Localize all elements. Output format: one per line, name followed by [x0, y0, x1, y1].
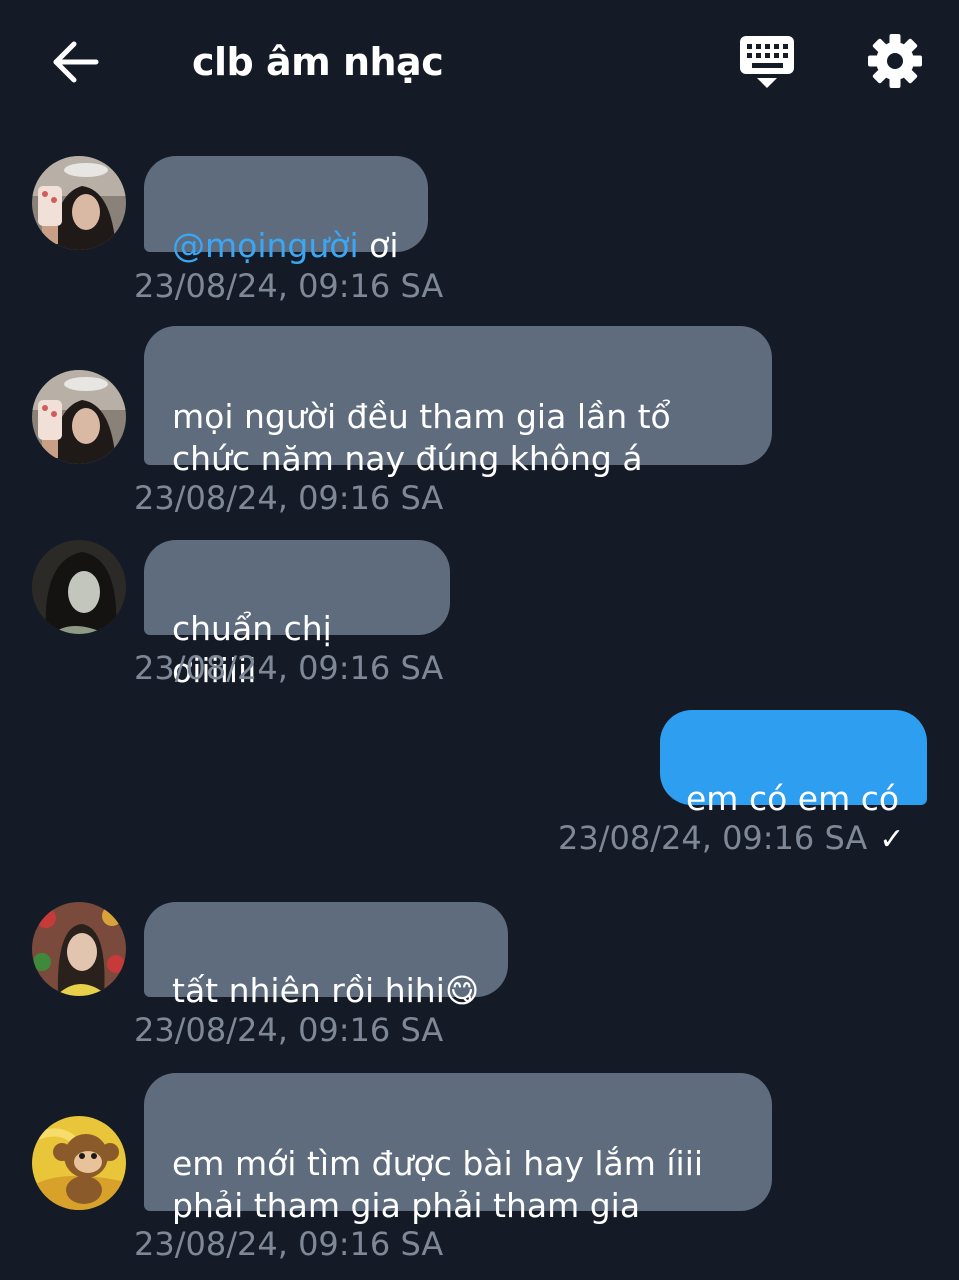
message-timestamp: 23/08/24, 09:16 SA [134, 649, 444, 687]
arrow-left-icon [53, 41, 99, 83]
avatar-photo-icon [32, 902, 126, 996]
message-timestamp: 23/08/24, 09:16 SA [134, 479, 444, 517]
keyboard-icon [740, 36, 794, 88]
avatar-photo-icon [32, 1116, 126, 1210]
message-text: tất nhiên rồi hihi [172, 971, 445, 1010]
sender-avatar[interactable] [32, 540, 126, 634]
back-button[interactable] [48, 36, 104, 88]
sent-check-icon: ✓ [879, 822, 905, 857]
message-bubble[interactable]: chuẩn chị ơiiiiiii [144, 540, 450, 690]
message-bubble[interactable]: @mọingười ơi [144, 156, 428, 265]
message-bubble[interactable]: tất nhiên rồi hihi😋 [144, 902, 508, 1010]
outgoing-message-bubble[interactable]: em có em có [660, 710, 927, 818]
message-text: ơi [358, 226, 399, 265]
chat-header: clb âm nhạc [0, 0, 959, 124]
sender-avatar[interactable] [32, 156, 126, 250]
settings-button[interactable] [866, 32, 924, 90]
sender-avatar[interactable] [32, 902, 126, 996]
message-text: mọi người đều tham gia lần tổ chức năm n… [172, 397, 671, 478]
avatar-photo-icon [32, 370, 126, 464]
chat-title: clb âm nhạc [192, 40, 444, 84]
keyboard-button[interactable] [738, 34, 796, 92]
message-timestamp: 23/08/24, 09:16 SA ✓ [558, 818, 904, 860]
message-timestamp: 23/08/24, 09:16 SA [134, 1225, 444, 1263]
emoji: 😋 [444, 971, 480, 1010]
gear-icon [868, 34, 922, 88]
timestamp-text: 23/08/24, 09:16 SA [558, 819, 868, 857]
message-timestamp: 23/08/24, 09:16 SA [134, 267, 444, 305]
sender-avatar[interactable] [32, 370, 126, 464]
message-text: em mới tìm được bài hay lắm íiii phải th… [172, 1144, 704, 1225]
sender-avatar[interactable] [32, 1116, 126, 1210]
avatar-photo-icon [32, 540, 126, 634]
message-text: em có em có [686, 779, 900, 818]
avatar-photo-icon [32, 156, 126, 250]
message-bubble[interactable]: em mới tìm được bài hay lắm íiii phải th… [144, 1073, 772, 1225]
message-bubble[interactable]: mọi người đều tham gia lần tổ chức năm n… [144, 326, 772, 478]
message-timestamp: 23/08/24, 09:16 SA [134, 1011, 444, 1049]
mention-link[interactable]: @mọingười [172, 226, 359, 265]
